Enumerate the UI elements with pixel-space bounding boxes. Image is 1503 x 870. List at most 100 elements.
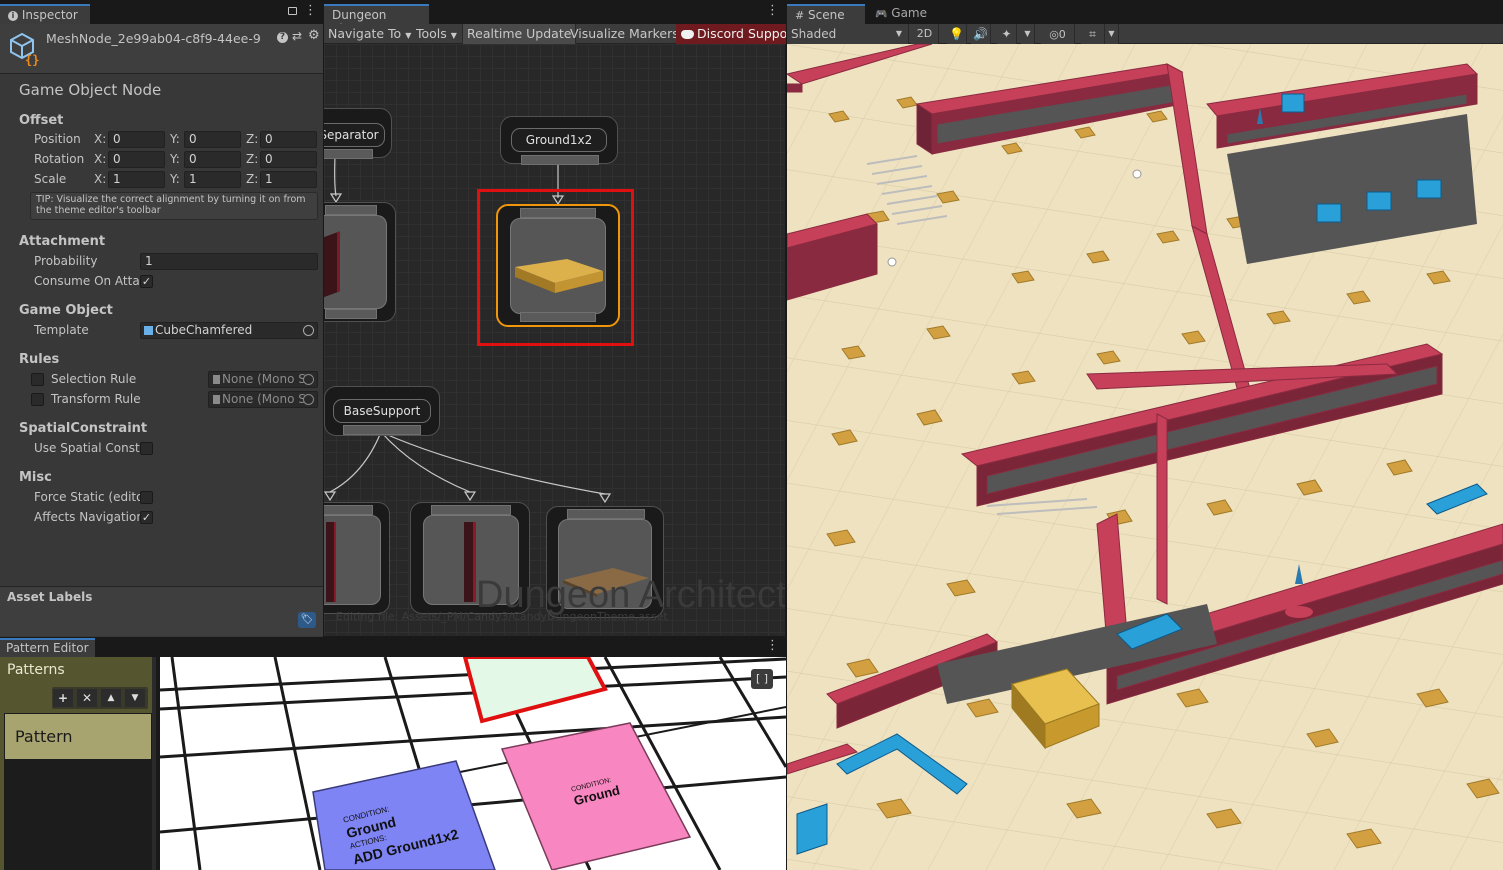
force-static-checkbox[interactable] xyxy=(140,491,153,504)
attachment-header: Attachment xyxy=(19,234,106,249)
audio-speaker-icon[interactable]: 🔊 xyxy=(971,24,991,44)
object-picker-icon[interactable] xyxy=(303,374,314,385)
toggle-2d-button[interactable]: 2D xyxy=(911,24,939,44)
shading-label: Shaded xyxy=(791,27,837,41)
base-support-output-pin[interactable] xyxy=(343,425,421,435)
wall-input-pin[interactable] xyxy=(325,205,377,215)
rotation-z-field[interactable]: 0 xyxy=(260,151,317,168)
transform-rule-checkbox[interactable] xyxy=(31,393,44,406)
wall-mesh-node[interactable] xyxy=(324,202,396,322)
selection-rule-field[interactable]: None (Mono S xyxy=(208,371,318,388)
scale-x-field[interactable]: 1 xyxy=(108,171,165,188)
tab-inspector[interactable]: i Inspector xyxy=(0,4,90,24)
tools-dropdown[interactable]: Tools ▼ xyxy=(412,24,461,44)
base-support-node[interactable]: BaseSupport xyxy=(324,386,440,436)
pattern-viewport[interactable]: CONDITION: Ground ACTIONS: ADD Ground1x2… xyxy=(160,657,786,870)
transform-rule-value: None (Mono S xyxy=(222,392,306,406)
separator-output-pin[interactable] xyxy=(324,149,373,159)
object-header: {} MeshNode_2e99ab04-c8f9-44ee-9 ? ⇄ ⚙ xyxy=(0,24,323,74)
pattern-list-item[interactable]: Pattern xyxy=(5,714,151,759)
game-object-header: Game Object xyxy=(19,303,113,318)
object-picker-icon[interactable] xyxy=(303,394,314,405)
cube-chamfered-thumbnail xyxy=(515,259,603,293)
effects-dropdown-icon[interactable]: ▼ xyxy=(1021,24,1035,44)
hidden-objects-toggle[interactable]: ◎0 xyxy=(1041,24,1075,44)
x-label: X: xyxy=(94,152,107,166)
remove-pattern-icon[interactable]: ✕ xyxy=(77,689,97,707)
discord-support-button[interactable]: Discord Suppor xyxy=(676,24,786,44)
kebab-menu-icon[interactable]: ⋮ xyxy=(766,3,779,18)
tab-scene[interactable]: # Scene xyxy=(787,4,865,24)
mesh-output-pin[interactable] xyxy=(520,312,596,322)
scene-toolbar: Shaded ▼ 2D 💡 🔊 ✦ ▼ ◎0 ⌗ ▼ xyxy=(787,24,1503,44)
lock-icon[interactable] xyxy=(288,7,297,15)
position-x-field[interactable]: 0 xyxy=(108,131,165,148)
move-up-icon[interactable]: ▲ xyxy=(101,689,121,707)
tools-label: Tools xyxy=(416,26,447,41)
navigate-dropdown[interactable]: Navigate To ▼ xyxy=(324,24,415,44)
affects-nav-checkbox[interactable]: ✓ xyxy=(140,511,153,524)
mesh-input-pin[interactable] xyxy=(520,208,596,218)
label-tag-icon[interactable]: 🏷 xyxy=(298,612,316,628)
preset-icon[interactable]: ⇄ xyxy=(292,29,302,43)
kebab-menu-icon[interactable]: ⋮ xyxy=(304,3,317,18)
support-mesh-node-1[interactable] xyxy=(324,502,390,614)
selection-rule-value: None (Mono S xyxy=(222,372,306,386)
scene-viewport[interactable] xyxy=(787,44,1503,870)
separator-node[interactable]: Separator xyxy=(324,108,392,159)
gizmos-icon[interactable]: ⌗ xyxy=(1081,24,1105,44)
add-pattern-icon[interactable]: + xyxy=(53,689,73,707)
tab-game[interactable]: 🎮 Game xyxy=(867,4,937,24)
selection-rule-checkbox[interactable] xyxy=(31,373,44,386)
scale-y-field[interactable]: 1 xyxy=(184,171,241,188)
rules-header: Rules xyxy=(19,352,60,367)
ground-output-pin[interactable] xyxy=(521,155,599,165)
discord-icon xyxy=(681,30,694,39)
wall-mesh-thumbnail xyxy=(324,231,340,301)
rotation-y-field[interactable]: 0 xyxy=(184,151,241,168)
x-label: X: xyxy=(94,132,107,146)
template-field[interactable]: CubeChamfered xyxy=(140,322,318,339)
game-tab-label: Game xyxy=(891,6,928,20)
settings-gear-icon[interactable]: ⚙ xyxy=(308,28,320,43)
pattern-item-label: Pattern xyxy=(15,727,73,746)
realtime-update-toggle[interactable]: Realtime Update xyxy=(462,24,577,44)
gizmos-dropdown-icon[interactable]: ▼ xyxy=(1105,24,1119,44)
pattern-grid-render xyxy=(160,657,786,870)
shading-mode-dropdown[interactable]: Shaded ▼ xyxy=(787,24,909,44)
support-2-input-pin[interactable] xyxy=(431,505,511,515)
transform-rule-field[interactable]: None (Mono S xyxy=(208,391,318,408)
x-label: X: xyxy=(94,172,107,186)
help-icon[interactable]: ? xyxy=(277,32,288,43)
pillar-thumbnail xyxy=(464,522,476,602)
ground-node[interactable]: Ground1x2 xyxy=(500,116,618,165)
frame-view-icon[interactable]: [ ] xyxy=(751,669,773,689)
discord-label: Discord Suppor xyxy=(697,26,786,41)
gamepad-icon: 🎮 xyxy=(875,9,888,20)
object-name: MeshNode_2e99ab04-c8f9-44ee-9 xyxy=(46,31,261,46)
consume-checkbox[interactable]: ✓ xyxy=(140,275,153,288)
visualize-markers-toggle[interactable]: Visualize Markers xyxy=(566,24,683,44)
scale-z-field[interactable]: 1 xyxy=(260,171,317,188)
position-y-field[interactable]: 0 xyxy=(184,131,241,148)
kebab-menu-icon[interactable]: ⋮ xyxy=(766,638,779,653)
support-1-input-pin[interactable] xyxy=(324,505,373,515)
lighting-bulb-icon[interactable]: 💡 xyxy=(947,24,967,44)
tab-dungeon-theme[interactable]: Dungeon Theme xyxy=(324,4,429,36)
probability-field[interactable]: 1 xyxy=(140,253,318,270)
offset-header: Offset xyxy=(19,113,64,128)
position-z-field[interactable]: 0 xyxy=(260,131,317,148)
tab-pattern-editor[interactable]: Pattern Editor xyxy=(0,638,95,657)
info-icon: i xyxy=(8,10,18,21)
spatial-header: SpatialConstraint xyxy=(19,421,148,436)
selected-mesh-node[interactable] xyxy=(496,204,620,327)
object-picker-icon[interactable] xyxy=(303,325,314,336)
effects-icon[interactable]: ✦ xyxy=(997,24,1017,44)
move-down-icon[interactable]: ▼ xyxy=(125,689,145,707)
use-spatial-checkbox[interactable] xyxy=(140,442,153,455)
support-3-input-pin[interactable] xyxy=(567,509,645,519)
wall-output-pin[interactable] xyxy=(325,309,377,319)
rotation-x-field[interactable]: 0 xyxy=(108,151,165,168)
node-title: Game Object Node xyxy=(19,81,162,99)
dropdown-arrow-icon: ▼ xyxy=(895,29,902,38)
